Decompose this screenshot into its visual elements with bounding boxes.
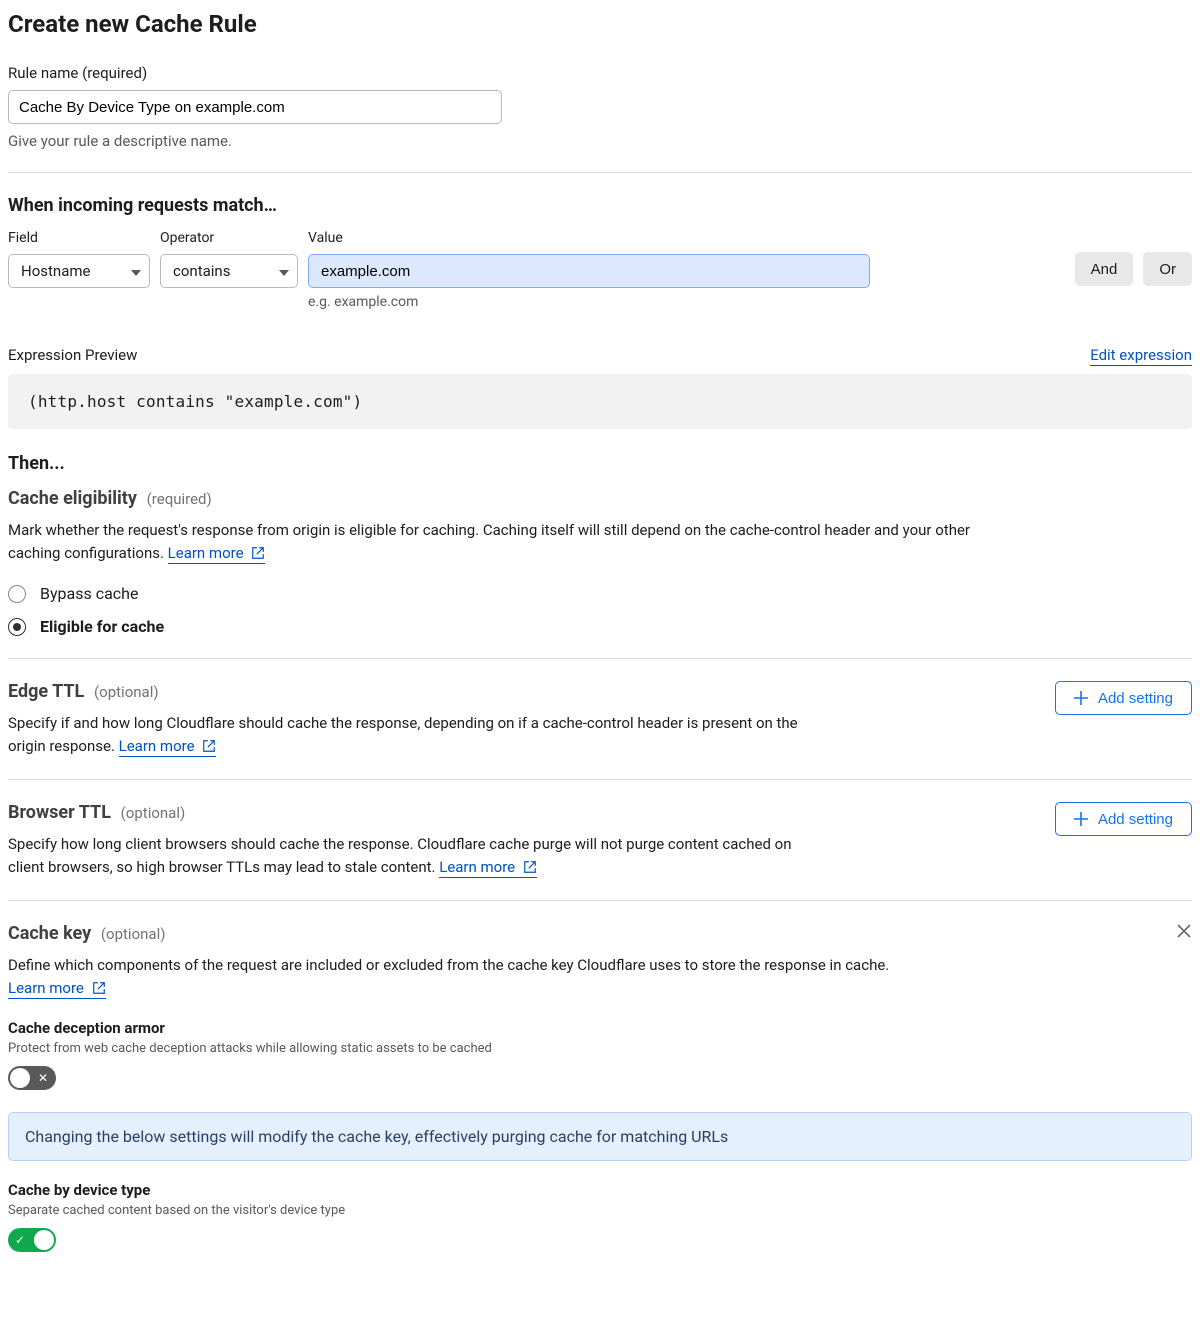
eligibility-tag: (required) <box>147 490 212 508</box>
deception-title: Cache deception armor <box>8 1019 1192 1037</box>
eligibility-learn-more-link[interactable]: Learn more <box>168 544 266 564</box>
by-device-title: Cache by device type <box>8 1181 1192 1199</box>
match-heading: When incoming requests match… <box>8 195 1192 216</box>
cache-key-close-button[interactable] <box>1176 923 1192 943</box>
cache-key-warning-banner: Changing the below settings will modify … <box>8 1112 1192 1161</box>
operator-select[interactable]: contains <box>160 254 298 288</box>
rule-name-input[interactable] <box>8 90 502 124</box>
edit-expression-link[interactable]: Edit expression <box>1090 346 1192 366</box>
eligibility-title: Cache eligibility <box>8 488 137 509</box>
external-link-icon <box>92 981 106 995</box>
edge-ttl-title: Edge TTL <box>8 681 84 702</box>
then-heading: Then... <box>8 453 1192 474</box>
cache-key-desc: Define which components of the request a… <box>8 956 889 974</box>
deception-desc: Protect from web cache deception attacks… <box>8 1041 1192 1056</box>
rule-name-hint: Give your rule a descriptive name. <box>8 132 1192 150</box>
browser-ttl-desc: Specify how long client browsers should … <box>8 835 791 876</box>
browser-ttl-tag: (optional) <box>121 804 186 822</box>
rule-name-label: Rule name (required) <box>8 64 1192 82</box>
operator-select-value: contains <box>173 262 230 280</box>
eligible-cache-label: Eligible for cache <box>40 617 164 636</box>
browser-ttl-add-button[interactable]: Add setting <box>1055 802 1192 836</box>
value-label: Value <box>308 230 1065 246</box>
bypass-cache-label: Bypass cache <box>40 584 138 603</box>
cache-key-title: Cache key <box>8 923 91 944</box>
field-select[interactable]: Hostname <box>8 254 150 288</box>
by-device-desc: Separate cached content based on the vis… <box>8 1203 1192 1218</box>
and-button[interactable]: And <box>1075 252 1134 286</box>
field-label: Field <box>8 230 150 246</box>
or-button[interactable]: Or <box>1143 252 1192 286</box>
chevron-down-icon <box>131 262 141 280</box>
expression-code: (http.host contains "example.com") <box>8 374 1192 429</box>
browser-ttl-title: Browser TTL <box>8 802 111 823</box>
external-link-icon <box>523 860 537 874</box>
cache-key-learn-more-link[interactable]: Learn more <box>8 979 106 999</box>
operator-label: Operator <box>160 230 298 246</box>
value-input[interactable] <box>308 254 870 288</box>
check-icon: ✓ <box>15 1234 25 1246</box>
field-select-value: Hostname <box>21 262 90 280</box>
external-link-icon <box>251 546 265 560</box>
by-device-toggle[interactable]: ✓ <box>8 1228 56 1252</box>
edge-ttl-add-button[interactable]: Add setting <box>1055 681 1192 715</box>
x-icon: ✕ <box>38 1072 48 1084</box>
edge-ttl-learn-more-link[interactable]: Learn more <box>119 737 217 757</box>
value-hint: e.g. example.com <box>308 294 1065 310</box>
page-title: Create new Cache Rule <box>8 10 1192 38</box>
chevron-down-icon <box>279 262 289 280</box>
close-icon <box>1176 923 1192 939</box>
eligible-cache-radio[interactable] <box>8 618 26 636</box>
expression-preview-label: Expression Preview <box>8 346 137 364</box>
browser-ttl-learn-more-link[interactable]: Learn more <box>439 858 537 878</box>
plus-icon <box>1074 812 1088 826</box>
external-link-icon <box>202 739 216 753</box>
deception-toggle[interactable]: ✕ <box>8 1066 56 1090</box>
plus-icon <box>1074 691 1088 705</box>
edge-ttl-tag: (optional) <box>94 683 159 701</box>
cache-key-tag: (optional) <box>101 925 166 943</box>
bypass-cache-radio[interactable] <box>8 585 26 603</box>
eligibility-desc: Mark whether the request's response from… <box>8 521 970 562</box>
